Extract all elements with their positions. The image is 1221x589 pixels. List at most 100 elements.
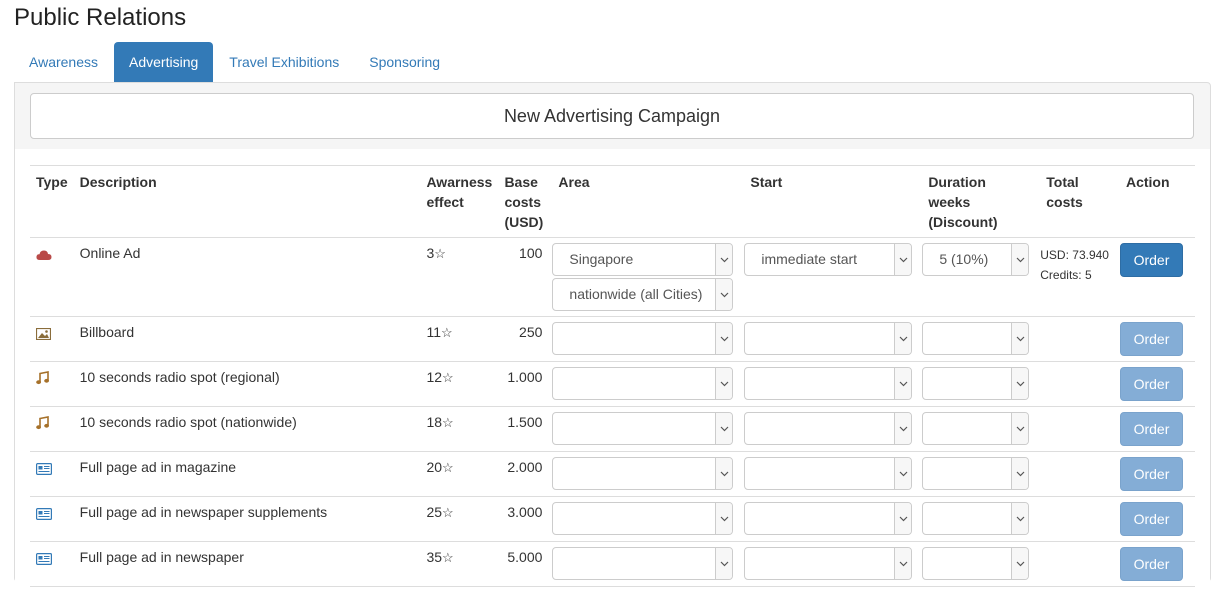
area-select[interactable] bbox=[552, 322, 734, 355]
description-cell: Full page ad in newspaper supplements bbox=[73, 496, 421, 542]
action-cell: Order bbox=[1119, 406, 1195, 452]
table-row: Billboard 11☆ 250 Order bbox=[30, 316, 1195, 362]
header-action: Action bbox=[1119, 165, 1195, 238]
area-select[interactable] bbox=[552, 412, 734, 445]
order-button[interactable]: Order bbox=[1119, 243, 1183, 277]
music-note-icon bbox=[36, 370, 49, 390]
tab-sponsoring[interactable]: Sponsoring bbox=[355, 42, 454, 82]
chevron-down-icon bbox=[894, 368, 912, 399]
total-usd: USD: 73.940 bbox=[1040, 248, 1109, 262]
area-cell bbox=[552, 541, 745, 587]
newspaper-icon bbox=[36, 550, 53, 570]
duration-select[interactable] bbox=[922, 547, 1030, 580]
star-icon: ☆ bbox=[441, 325, 453, 340]
base-cost-cell: 250 bbox=[498, 316, 553, 362]
area-scope-select[interactable]: nationwide (all Cities) bbox=[552, 278, 734, 311]
chevron-down-icon bbox=[894, 548, 912, 579]
header-base-costs: Base costs (USD) bbox=[498, 165, 553, 238]
start-select[interactable] bbox=[744, 412, 913, 445]
area-select[interactable] bbox=[552, 457, 734, 490]
chevron-down-icon bbox=[715, 548, 733, 579]
page-title: Public Relations bbox=[14, 4, 187, 31]
duration-select[interactable]: 5 (10%) bbox=[922, 243, 1030, 276]
duration-cell bbox=[922, 451, 1041, 497]
duration-select[interactable] bbox=[922, 367, 1030, 400]
area-select[interactable] bbox=[552, 502, 734, 535]
area-cell bbox=[552, 451, 745, 497]
chevron-down-icon bbox=[894, 503, 912, 534]
chevron-down-icon bbox=[715, 323, 733, 354]
campaign-table: Type Description Awarness effect Base co… bbox=[30, 165, 1195, 587]
awareness-cell: 11☆ bbox=[420, 316, 499, 362]
new-advertising-campaign-button[interactable]: New Advertising Campaign bbox=[30, 93, 1194, 139]
base-cost-cell: 1.500 bbox=[498, 406, 553, 452]
start-select[interactable] bbox=[744, 457, 913, 490]
header-base-line1: Base bbox=[504, 174, 538, 190]
start-select[interactable] bbox=[744, 367, 913, 400]
order-button[interactable]: Order bbox=[1119, 412, 1183, 446]
order-button[interactable]: Order bbox=[1119, 367, 1183, 401]
chevron-down-icon bbox=[894, 413, 912, 444]
action-cell: Order bbox=[1119, 316, 1195, 362]
header-total-line1: Total bbox=[1046, 174, 1079, 190]
total-cell bbox=[1040, 406, 1120, 452]
start-select[interactable] bbox=[744, 322, 913, 355]
start-cell bbox=[744, 496, 923, 542]
tab-awareness[interactable]: Awareness bbox=[15, 42, 112, 82]
star-icon: ☆ bbox=[442, 370, 454, 385]
area-select[interactable]: Singapore bbox=[552, 243, 734, 276]
order-button[interactable]: Order bbox=[1119, 322, 1183, 356]
header-awareness-line1: Awarness bbox=[426, 174, 493, 190]
area-cell bbox=[552, 406, 745, 452]
type-cell bbox=[30, 496, 74, 542]
area-select[interactable] bbox=[552, 547, 734, 580]
header-total-line2: costs bbox=[1046, 194, 1083, 210]
duration-select[interactable] bbox=[922, 412, 1030, 445]
header-base-line3: (USD) bbox=[504, 214, 544, 230]
picture-icon bbox=[35, 325, 52, 345]
campaign-table-wrapper: Type Description Awarness effect Base co… bbox=[15, 149, 1210, 589]
duration-cell: 5 (10%) bbox=[922, 237, 1041, 317]
order-button[interactable]: Order bbox=[1119, 547, 1183, 581]
start-cell bbox=[744, 316, 923, 362]
header-base-line2: costs bbox=[504, 194, 542, 210]
duration-select[interactable] bbox=[922, 457, 1030, 490]
description-cell: Full page ad in magazine bbox=[73, 451, 421, 497]
music-note-icon bbox=[36, 415, 49, 435]
area-select[interactable] bbox=[552, 367, 734, 400]
total-cell bbox=[1040, 496, 1120, 542]
order-button[interactable]: Order bbox=[1119, 457, 1183, 491]
action-cell: Order bbox=[1119, 237, 1195, 317]
base-cost-cell: 5.000 bbox=[498, 541, 553, 587]
order-button[interactable]: Order bbox=[1119, 502, 1183, 536]
header-description: Description bbox=[73, 165, 421, 238]
chevron-down-icon bbox=[715, 458, 733, 489]
total-credits: Credits: 5 bbox=[1040, 268, 1092, 282]
awareness-cell: 25☆ bbox=[420, 496, 499, 542]
chevron-down-icon bbox=[1011, 548, 1029, 579]
awareness-cell: 3☆ bbox=[420, 237, 499, 317]
start-select[interactable] bbox=[744, 502, 913, 535]
start-select[interactable] bbox=[744, 547, 913, 580]
chevron-down-icon bbox=[894, 244, 912, 275]
star-icon: ☆ bbox=[442, 505, 454, 520]
header-awareness-line2: effect bbox=[426, 194, 464, 210]
table-row: Online Ad 3☆ 100 Singapore nationwide (al… bbox=[30, 237, 1195, 317]
star-icon: ☆ bbox=[442, 460, 454, 475]
action-cell: Order bbox=[1119, 541, 1195, 587]
tab-travel-exhibitions[interactable]: Travel Exhibitions bbox=[215, 42, 353, 82]
start-cell bbox=[744, 541, 923, 587]
type-cell bbox=[30, 361, 74, 407]
awareness-value: 11 bbox=[426, 324, 441, 340]
type-cell bbox=[30, 541, 74, 587]
duration-select[interactable] bbox=[922, 322, 1030, 355]
total-cell bbox=[1040, 316, 1120, 362]
advertising-panel: New Advertising Campaign Type Descriptio… bbox=[14, 82, 1211, 589]
description-cell: 10 seconds radio spot (regional) bbox=[73, 361, 421, 407]
start-select[interactable]: immediate start bbox=[744, 243, 913, 276]
tab-advertising[interactable]: Advertising bbox=[114, 42, 214, 82]
duration-select[interactable] bbox=[922, 502, 1030, 535]
awareness-value: 18 bbox=[426, 414, 443, 430]
duration-cell bbox=[922, 361, 1041, 407]
total-costs: USD: 73.940 Credits: 5 bbox=[1040, 243, 1114, 285]
